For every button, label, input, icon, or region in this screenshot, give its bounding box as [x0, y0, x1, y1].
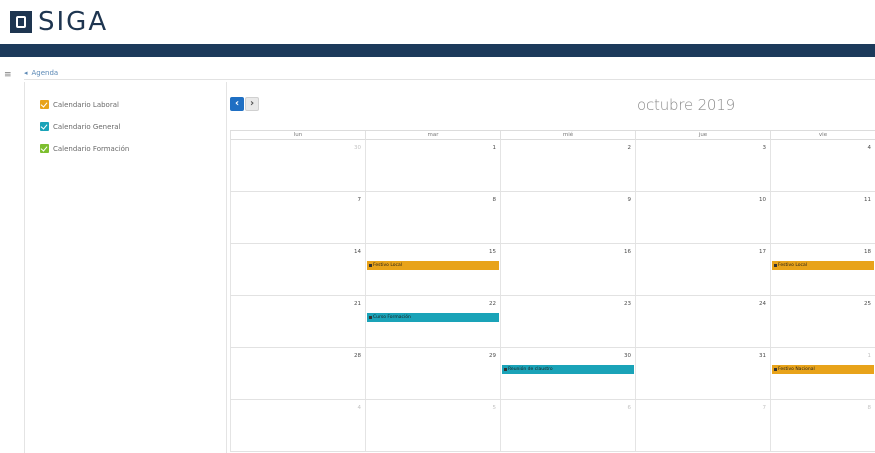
calendar-toggle-laboral[interactable]: Calendario Laboral [40, 100, 119, 109]
day-number[interactable]: 11 [864, 197, 871, 203]
day-number[interactable]: 25 [864, 301, 871, 307]
calendar-event[interactable]: Festivo Local [772, 261, 874, 270]
day-number[interactable]: 4 [868, 145, 872, 151]
calendar-event[interactable]: Reunión de claustro [502, 365, 634, 374]
day-number[interactable]: 18 [864, 249, 871, 255]
day-number[interactable]: 8 [868, 405, 872, 411]
day-number[interactable]: 14 [354, 249, 361, 255]
breadcrumb-back-icon[interactable]: ◂ [24, 69, 28, 77]
day-cell[interactable]: 14 [230, 244, 365, 295]
calendar-toggle-general[interactable]: Calendario General [40, 122, 121, 131]
day-number[interactable]: 6 [628, 405, 632, 411]
day-cell[interactable]: 9 [500, 192, 635, 243]
prev-month-button[interactable]: ‹ [230, 97, 244, 111]
day-cell[interactable]: 8 [365, 192, 500, 243]
day-number[interactable]: 22 [489, 301, 496, 307]
checkbox-icon[interactable] [40, 122, 49, 131]
calendar-toggle-label: Calendario Laboral [53, 100, 119, 109]
day-cell[interactable]: 8 [770, 400, 875, 451]
calendar-event[interactable]: Curso Formación [367, 313, 499, 322]
day-cell[interactable]: 31 [635, 348, 770, 399]
day-number[interactable]: 1 [868, 353, 872, 359]
breadcrumb-agenda-link[interactable]: Agenda [32, 69, 59, 77]
day-number[interactable]: 30 [354, 145, 361, 151]
day-number[interactable]: 17 [759, 249, 766, 255]
day-cell[interactable]: 29 [365, 348, 500, 399]
day-cell[interactable]: 28 [230, 348, 365, 399]
app-header: SIGA [0, 0, 875, 44]
day-number[interactable]: 30 [624, 353, 631, 359]
day-cell[interactable]: 7 [230, 192, 365, 243]
week-row: 7 8 9 10 11 [230, 192, 875, 244]
day-cell[interactable]: 2 [500, 140, 635, 191]
day-number[interactable]: 4 [358, 405, 362, 411]
day-cell[interactable]: 23 [500, 296, 635, 347]
day-cell[interactable]: 4 [770, 140, 875, 191]
day-cell[interactable]: 3 [635, 140, 770, 191]
day-number[interactable]: 1 [493, 145, 497, 151]
day-number[interactable]: 23 [624, 301, 631, 307]
day-cell[interactable]: 6 [500, 400, 635, 451]
weekday-header: lun mar mié jue vie [230, 130, 875, 141]
menu-toggle-icon[interactable]: ≡ [4, 71, 12, 80]
week-row: 14 15 16 17 18 [230, 244, 875, 296]
day-cell[interactable]: 11 [770, 192, 875, 243]
checkbox-icon[interactable] [40, 100, 49, 109]
calendar-view: ‹ › octubre 2019 lun mar mié jue vie 30 1 2 3 4 7… [228, 82, 875, 453]
app-window: SIGA ≡ ◂ Agenda Calendario Laboral Calen… [0, 0, 875, 453]
day-cell[interactable]: 25 [770, 296, 875, 347]
day-number[interactable]: 2 [628, 145, 632, 151]
week-row: 30 1 2 3 4 [230, 140, 875, 192]
day-cell[interactable]: 10 [635, 192, 770, 243]
day-number[interactable]: 31 [759, 353, 766, 359]
logo-icon [10, 11, 32, 33]
calendar-filter-panel: Calendario Laboral Calendario General Ca… [24, 82, 227, 453]
calendar-toggle-formacion[interactable]: Calendario Formación [40, 144, 129, 153]
day-cell[interactable]: 24 [635, 296, 770, 347]
calendar-event[interactable]: Festivo Nacional [772, 365, 874, 374]
month-title: octubre 2019 [637, 96, 735, 114]
day-number[interactable]: 16 [624, 249, 631, 255]
week-row: 21 22 23 24 25 [230, 296, 875, 348]
day-number[interactable]: 7 [358, 197, 362, 203]
day-cell[interactable]: 4 [230, 400, 365, 451]
day-number[interactable]: 24 [759, 301, 766, 307]
week-row: 28 29 30 31 1 [230, 348, 875, 400]
day-number[interactable]: 7 [763, 405, 767, 411]
day-cell[interactable]: 1 [365, 140, 500, 191]
day-number[interactable]: 9 [628, 197, 632, 203]
month-grid: lun mar mié jue vie 30 1 2 3 4 7 8 9 10 11 14 15 16 17 18 2… [230, 130, 875, 453]
day-number[interactable]: 28 [354, 353, 361, 359]
top-nav-bar [0, 44, 875, 57]
day-cell[interactable]: 16 [500, 244, 635, 295]
day-number[interactable]: 5 [493, 405, 497, 411]
logo-text: SIGA [38, 7, 109, 37]
day-number[interactable]: 29 [489, 353, 496, 359]
day-number[interactable]: 21 [354, 301, 361, 307]
day-number[interactable]: 8 [493, 197, 497, 203]
day-number[interactable]: 3 [763, 145, 767, 151]
day-cell[interactable]: 21 [230, 296, 365, 347]
day-number[interactable]: 15 [489, 249, 496, 255]
calendar-event[interactable]: Festivo Local [367, 261, 499, 270]
day-cell[interactable]: 7 [635, 400, 770, 451]
day-cell[interactable]: 5 [365, 400, 500, 451]
calendar-toggle-label: Calendario Formación [53, 144, 130, 153]
day-number[interactable]: 10 [759, 197, 766, 203]
next-month-button[interactable]: › [245, 97, 259, 111]
day-cell[interactable]: 30 [230, 140, 365, 191]
calendar-toggle-label: Calendario General [53, 122, 121, 131]
week-row: 4 5 6 7 8 [230, 400, 875, 452]
siga-logo[interactable]: SIGA [10, 9, 108, 35]
breadcrumb: ◂ Agenda [24, 66, 875, 80]
day-cell[interactable]: 17 [635, 244, 770, 295]
checkbox-icon[interactable] [40, 144, 49, 153]
